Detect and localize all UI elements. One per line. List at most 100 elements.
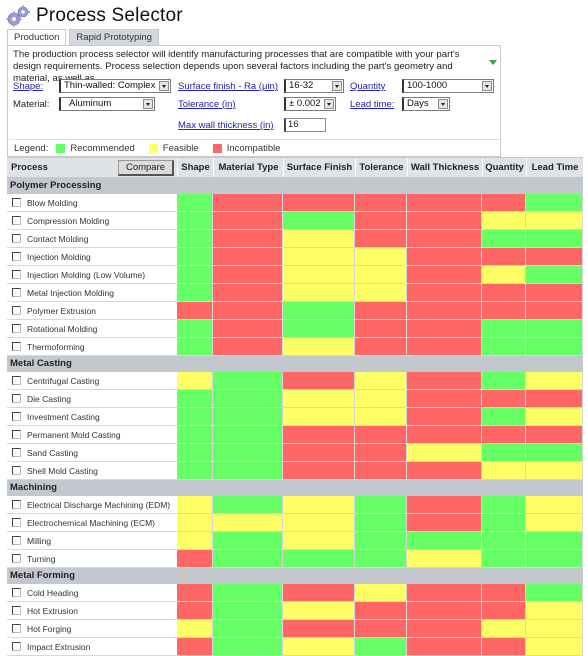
material-select-value: Aluminum xyxy=(69,98,112,109)
column-header-surface-finish: Surface Finish xyxy=(283,158,355,177)
rating-cell-material-type-incompatible xyxy=(213,266,283,284)
process-checkbox[interactable] xyxy=(12,518,21,527)
rating-cell-lead-time-feasible xyxy=(526,496,583,514)
process-name: Electrochemical Machining (ECM) xyxy=(27,517,156,528)
quantity-value: 100-1000 xyxy=(407,80,448,91)
rating-cell-material-type-incompatible xyxy=(213,284,283,302)
rating-cell-lead-time-incompatible xyxy=(526,390,583,408)
process-cell: Permanent Mold Casting xyxy=(7,426,177,444)
chevron-down-icon[interactable] xyxy=(159,81,169,91)
rating-cell-surface-finish-feasible xyxy=(283,266,355,284)
tolerance-select[interactable]: ± 0.002 xyxy=(284,97,336,111)
rating-cell-lead-time-feasible xyxy=(526,462,583,480)
rating-cell-shape-feasible xyxy=(177,514,213,532)
rating-cell-lead-time-feasible xyxy=(526,514,583,532)
rating-cell-quantity-incompatible xyxy=(482,248,526,266)
process-checkbox[interactable] xyxy=(12,642,21,651)
rating-cell-material-type-incompatible xyxy=(213,338,283,356)
surface-finish-select[interactable]: 16-32 xyxy=(284,79,344,93)
process-table: Process Compare Shape Material Type Surf… xyxy=(7,157,583,656)
table-row: Shell Mold Casting xyxy=(7,462,583,480)
shape-select[interactable]: Thin-walled: Complex xyxy=(59,79,171,93)
material-select[interactable]: Aluminum xyxy=(59,97,155,111)
rating-cell-surface-finish-feasible xyxy=(283,514,355,532)
process-name: Electrical Discharge Machining (EDM) xyxy=(27,499,171,510)
process-name: Hot Extrusion xyxy=(27,605,79,616)
process-column-header: Process Compare xyxy=(7,158,177,177)
process-checkbox[interactable] xyxy=(12,234,21,243)
rating-cell-wall-thickness-incompatible xyxy=(407,584,482,602)
process-cell: Blow Molding xyxy=(7,194,177,212)
rating-cell-wall-thickness-incompatible xyxy=(407,266,482,284)
rating-cell-shape-recommended xyxy=(177,426,213,444)
rating-cell-quantity-recommended xyxy=(482,230,526,248)
process-checkbox[interactable] xyxy=(12,198,21,207)
process-checkbox[interactable] xyxy=(12,324,21,333)
rating-cell-lead-time-recommended xyxy=(526,532,583,550)
legend-feasible: Feasible xyxy=(162,143,199,154)
rating-cell-tolerance-incompatible xyxy=(355,320,407,338)
process-checkbox[interactable] xyxy=(12,500,21,509)
process-checkbox[interactable] xyxy=(12,270,21,279)
rating-cell-wall-thickness-incompatible xyxy=(407,194,482,212)
rating-cell-lead-time-feasible xyxy=(526,408,583,426)
rating-cell-quantity-recommended xyxy=(482,550,526,568)
process-checkbox[interactable] xyxy=(12,216,21,225)
chevron-down-icon[interactable] xyxy=(482,81,492,91)
column-header-quantity: Quantity xyxy=(482,158,526,177)
tab-rapid-prototyping[interactable]: Rapid Prototyping xyxy=(69,29,159,45)
table-row: Blow Molding xyxy=(7,194,583,212)
expand-description-icon[interactable] xyxy=(489,60,497,65)
max-wall-thickness-input[interactable]: 16 xyxy=(284,118,326,132)
process-checkbox[interactable] xyxy=(12,342,21,351)
process-checkbox[interactable] xyxy=(12,606,21,615)
rating-cell-lead-time-feasible xyxy=(526,372,583,390)
chevron-down-icon[interactable] xyxy=(332,81,342,91)
lead-time-link[interactable]: Lead time: xyxy=(350,99,394,110)
chevron-down-icon[interactable] xyxy=(438,99,448,109)
rating-cell-wall-thickness-incompatible xyxy=(407,496,482,514)
lead-time-select[interactable]: Days xyxy=(402,97,450,111)
tab-production[interactable]: Production xyxy=(7,29,67,46)
process-checkbox[interactable] xyxy=(12,466,21,475)
process-checkbox[interactable] xyxy=(12,394,21,403)
process-checkbox[interactable] xyxy=(12,376,21,385)
rating-cell-surface-finish-recommended xyxy=(283,550,355,568)
quantity-link[interactable]: Quantity xyxy=(350,81,385,92)
process-name: Metal Injection Molding xyxy=(27,287,114,298)
table-row: Die Casting xyxy=(7,390,583,408)
process-checkbox[interactable] xyxy=(12,448,21,457)
process-cell: Electrochemical Machining (ECM) xyxy=(7,514,177,532)
max-wall-thickness-link[interactable]: Max wall thickness (in) xyxy=(178,120,274,131)
process-checkbox[interactable] xyxy=(12,588,21,597)
rating-cell-tolerance-recommended xyxy=(355,532,407,550)
process-checkbox[interactable] xyxy=(12,306,21,315)
process-name: Blow Molding xyxy=(27,197,78,208)
table-row: Hot Forging xyxy=(7,620,583,638)
compare-button[interactable]: Compare xyxy=(118,160,174,176)
process-name: Injection Molding (Low Volume) xyxy=(27,269,146,280)
rating-cell-shape-recommended xyxy=(177,248,213,266)
process-name: Permanent Mold Casting xyxy=(27,429,121,440)
chevron-down-icon[interactable] xyxy=(324,99,334,109)
process-checkbox[interactable] xyxy=(12,554,21,563)
process-cell: Turning xyxy=(7,550,177,568)
rating-cell-shape-recommended xyxy=(177,408,213,426)
table-row: Thermoforming xyxy=(7,338,583,356)
shape-label-link[interactable]: Shape: xyxy=(13,81,43,92)
rating-cell-surface-finish-incompatible xyxy=(283,584,355,602)
rating-cell-shape-recommended xyxy=(177,338,213,356)
surface-finish-link[interactable]: Surface finish - Ra (μin) xyxy=(178,81,278,92)
process-checkbox[interactable] xyxy=(12,412,21,421)
process-checkbox[interactable] xyxy=(12,252,21,261)
quantity-select[interactable]: 100-1000 xyxy=(402,79,494,93)
process-checkbox[interactable] xyxy=(12,288,21,297)
rating-cell-material-type-incompatible xyxy=(213,194,283,212)
process-checkbox[interactable] xyxy=(12,624,21,633)
table-row: Injection Molding (Low Volume) xyxy=(7,266,583,284)
rating-cell-quantity-incompatible xyxy=(482,390,526,408)
process-checkbox[interactable] xyxy=(12,430,21,439)
process-checkbox[interactable] xyxy=(12,536,21,545)
tolerance-link[interactable]: Tolerance (in) xyxy=(178,99,236,110)
chevron-down-icon[interactable] xyxy=(143,99,153,109)
